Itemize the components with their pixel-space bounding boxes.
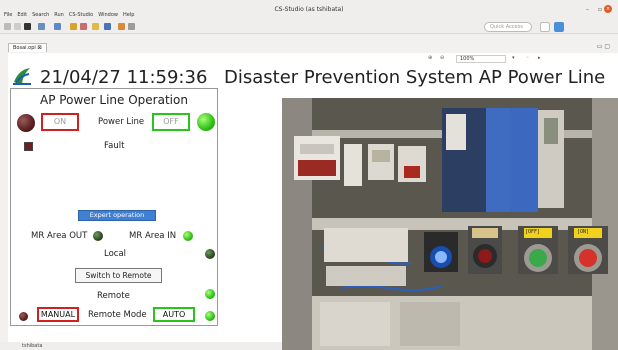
zoom-select[interactable]: 100% — [456, 55, 506, 63]
mr-area-out-label: MR Area OUT — [31, 231, 88, 241]
stop-icon[interactable] — [80, 23, 87, 30]
menu-file[interactable]: File — [4, 12, 12, 18]
control-cabinet-photo: [OFF] [ON] — [282, 98, 618, 350]
zoom-in-icon[interactable]: ⊕ — [428, 55, 432, 61]
minimize-icon[interactable]: – — [586, 6, 589, 13]
off-indicator: OFF — [152, 113, 190, 131]
kek-logo-icon — [13, 68, 31, 85]
zoom-bar: ⊕ ⊖ 100% ▾ ◦ ▸ — [8, 53, 618, 64]
forward-icon[interactable] — [128, 23, 135, 30]
cabinet-photo-drawing — [282, 98, 618, 350]
menu-window[interactable]: Window — [98, 12, 118, 18]
fault-label: Fault — [104, 141, 125, 151]
mr-area-in-label: MR Area IN — [129, 231, 177, 241]
on-indicator: ON — [41, 113, 79, 131]
run-icon[interactable] — [38, 23, 45, 30]
system-title: Disaster Prevention System AP Power Line — [224, 67, 606, 88]
on-status-led — [17, 114, 35, 132]
expert-operation-button[interactable]: Expert operation — [78, 210, 156, 221]
mr-area-out-led — [93, 231, 103, 241]
maximize-icon[interactable]: ▫ — [598, 6, 602, 13]
tab-bosai-opi[interactable]: Bosai.opi ⊠ — [8, 43, 47, 52]
panel-title: AP Power Line Operation — [40, 93, 188, 107]
display-header: 21/04/27 11:59:36 Disaster Prevention Sy… — [8, 65, 618, 89]
editor-tab-bar: Bosai.opi ⊠ ▭ ▢ — [0, 42, 618, 52]
menu-help[interactable]: Help — [123, 12, 134, 18]
off-status-led — [197, 113, 215, 131]
tool-icon[interactable] — [54, 23, 61, 30]
close-icon[interactable]: × — [604, 5, 612, 13]
datetime: 21/04/27 11:59:36 — [40, 67, 208, 88]
toolbar: Quick Access — [0, 20, 618, 34]
manual-indicator: MANUAL — [37, 307, 79, 322]
nav-forward-icon[interactable]: ▸ — [538, 55, 541, 61]
edit-icon[interactable] — [70, 23, 77, 30]
nav-back-icon[interactable]: ◦ — [526, 55, 529, 61]
power-line-label: Power Line — [98, 117, 145, 127]
remote-mode-label: Remote Mode — [88, 310, 147, 320]
menu-run[interactable]: Run — [54, 12, 64, 18]
switch-to-remote-button[interactable]: Switch to Remote — [75, 268, 162, 283]
pencil-icon[interactable] — [92, 23, 99, 30]
remote-led — [205, 289, 215, 299]
menu-search[interactable]: Search — [32, 12, 49, 18]
ap-power-line-panel: AP Power Line Operation ON Power Line OF… — [10, 88, 218, 326]
quick-access-input[interactable]: Quick Access — [484, 22, 532, 32]
view-menu-icon[interactable]: ▭ ▢ — [597, 43, 610, 50]
status-user: tshibata — [22, 343, 43, 349]
zoom-dropdown-icon[interactable]: ▾ — [512, 55, 515, 61]
back-icon[interactable] — [118, 23, 125, 30]
zoom-out-icon[interactable]: ⊖ — [440, 55, 444, 61]
menu-edit[interactable]: Edit — [17, 12, 27, 18]
mr-area-in-led — [183, 231, 193, 241]
auto-led — [205, 311, 215, 321]
off-tag-label: [OFF] — [525, 229, 541, 235]
save-icon[interactable] — [14, 23, 21, 30]
print-icon[interactable] — [24, 23, 31, 30]
cs-studio-window: CS-Studio (as tshibata) – ▫ × File Edit … — [0, 0, 618, 350]
local-label: Local — [104, 249, 127, 259]
on-tag-label: [ON] — [577, 229, 590, 235]
open-perspective-icon[interactable] — [540, 22, 550, 32]
perspective-icon[interactable] — [554, 22, 564, 32]
menu-bar: File Edit Search Run CS-Studio Window He… — [4, 10, 134, 20]
remote-label: Remote — [97, 291, 130, 301]
new-icon[interactable] — [4, 23, 11, 30]
local-led — [205, 249, 215, 259]
display-icon[interactable] — [104, 23, 111, 30]
auto-indicator: AUTO — [153, 307, 195, 322]
manual-led — [19, 312, 28, 321]
menu-cs-studio[interactable]: CS-Studio — [69, 12, 93, 18]
fault-indicator — [24, 142, 33, 151]
